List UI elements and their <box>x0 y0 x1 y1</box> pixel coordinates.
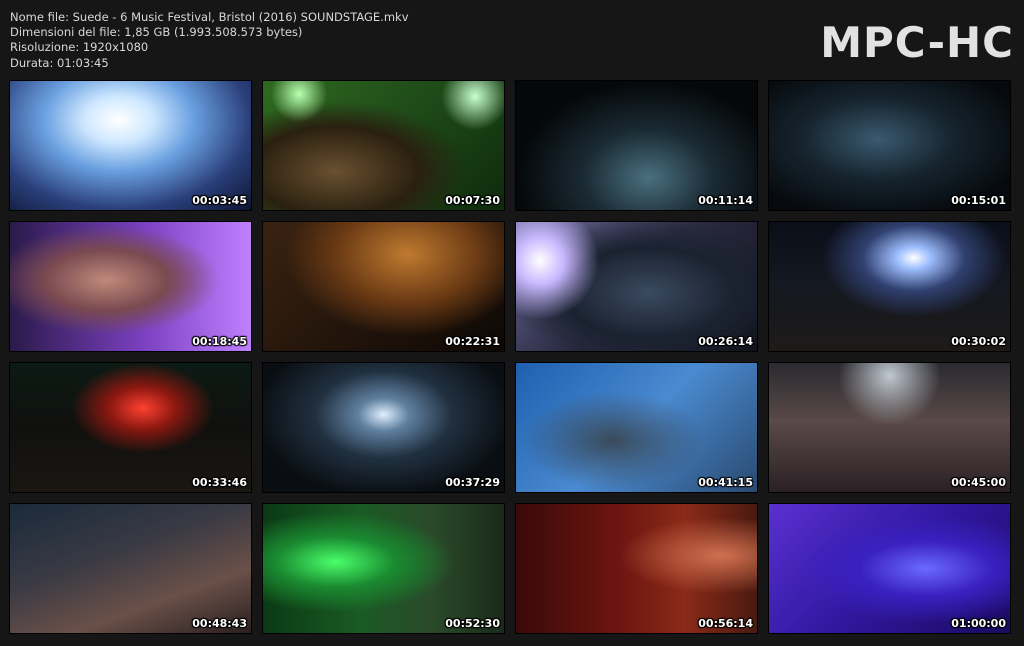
thumbnail: 00:45:00 <box>768 362 1011 493</box>
thumbnail-image <box>516 222 757 351</box>
thumbnail-timestamp: 00:41:15 <box>698 476 753 489</box>
file-resolution: Risoluzione: 1920x1080 <box>10 40 149 55</box>
thumbnail-timestamp: 00:03:45 <box>192 194 247 207</box>
thumbnail-timestamp: 00:48:43 <box>192 617 247 630</box>
thumbnail-timestamp: 01:00:00 <box>951 617 1006 630</box>
thumbnail-image <box>769 504 1010 633</box>
thumbnail-image <box>263 363 504 492</box>
thumbnail-timestamp: 00:56:14 <box>698 617 753 630</box>
thumbnail: 00:30:02 <box>768 221 1011 352</box>
thumbnail-timestamp: 00:15:01 <box>951 194 1006 207</box>
thumbnail-timestamp: 00:26:14 <box>698 335 753 348</box>
thumbnail-image <box>516 363 757 492</box>
thumbnail-timestamp: 00:30:02 <box>951 335 1006 348</box>
thumbnail-timestamp: 00:37:29 <box>445 476 500 489</box>
thumbnail: 00:52:30 <box>262 503 505 634</box>
thumbnail: 00:26:14 <box>515 221 758 352</box>
thumbnail-timestamp: 00:33:46 <box>192 476 247 489</box>
thumbnail-timestamp: 00:22:31 <box>445 335 500 348</box>
file-duration: Durata: 01:03:45 <box>10 55 109 70</box>
thumbnail: 00:56:14 <box>515 503 758 634</box>
thumbnail-image <box>10 504 251 633</box>
thumbnail-image <box>10 81 251 210</box>
thumbnail: 00:48:43 <box>9 503 252 634</box>
thumbnail-image <box>263 222 504 351</box>
thumbnail: 00:18:45 <box>9 221 252 352</box>
thumbnail: 00:37:29 <box>262 362 505 493</box>
thumbnail-timestamp: 00:18:45 <box>192 335 247 348</box>
thumbnail-image <box>769 81 1010 210</box>
thumbnail-timestamp: 00:45:00 <box>951 476 1006 489</box>
thumbnail-image <box>263 504 504 633</box>
thumbnail: 00:22:31 <box>262 221 505 352</box>
thumbnail: 00:11:14 <box>515 80 758 211</box>
thumbnail-image <box>263 81 504 210</box>
thumbnail: 00:41:15 <box>515 362 758 493</box>
thumbnail: 01:00:00 <box>768 503 1011 634</box>
thumbnail-timestamp: 00:07:30 <box>445 194 500 207</box>
file-size: Dimensioni del file: 1,85 GB (1.993.508.… <box>10 25 303 40</box>
thumbnail-timestamp: 00:52:30 <box>445 617 500 630</box>
thumbnail-image <box>769 222 1010 351</box>
thumbnail-image <box>516 504 757 633</box>
thumbnail: 00:03:45 <box>9 80 252 211</box>
file-info-panel: Nome file: Suede - 6 Music Festival, Bri… <box>10 10 409 71</box>
app-logo: MPC-HC <box>820 18 1014 67</box>
thumbnail-image <box>516 81 757 210</box>
thumbnail-timestamp: 00:11:14 <box>698 194 753 207</box>
thumbnail: 00:15:01 <box>768 80 1011 211</box>
thumbnail-image <box>769 363 1010 492</box>
file-name: Nome file: Suede - 6 Music Festival, Bri… <box>10 10 409 24</box>
thumbnail: 00:33:46 <box>9 362 252 493</box>
thumbnail-image <box>10 222 251 351</box>
thumbnail: 00:07:30 <box>262 80 505 211</box>
thumbnail-image <box>10 363 251 492</box>
